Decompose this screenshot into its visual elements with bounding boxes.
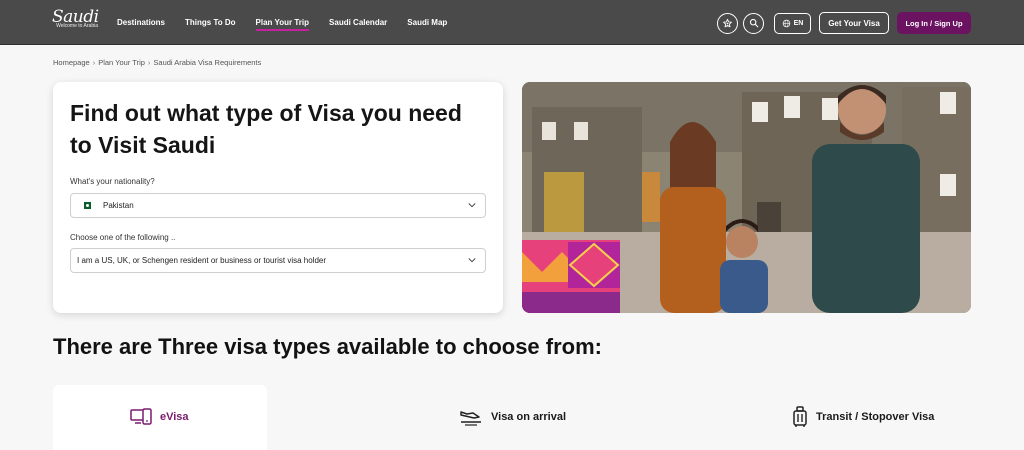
language-selector[interactable]: EN [774,12,811,34]
tab-transit-stopover-visa[interactable]: Transit / Stopover Visa [792,405,934,429]
breadcrumb-current: Saudi Arabia Visa Requirements [153,58,262,67]
breadcrumb-homepage[interactable]: Homepage [53,58,90,67]
logo-script: Saudi [52,7,99,27]
chevron-right-icon: › [147,58,151,67]
visa-finder-card: Find out what type of Visa you need to V… [53,82,503,313]
nav-link-saudi-map[interactable]: Saudi Map [407,0,447,45]
search-button[interactable] [743,12,764,34]
chevron-down-icon [468,258,476,263]
visa-finder-title: Find out what type of Visa you need to V… [70,100,462,158]
chevron-right-icon: › [92,58,96,67]
login-signup-button[interactable]: Log In / Sign Up [897,12,971,34]
favorites-star-icon [723,18,732,27]
pakistan-flag-icon [81,202,91,209]
search-icon [749,18,758,28]
plane-landing-icon [459,408,483,426]
globe-icon [782,19,790,27]
main-nav-links: Destinations Things To Do Plan Your Trip… [117,0,467,45]
luggage-icon [792,406,808,428]
nationality-select[interactable]: Pakistan [70,193,486,218]
logo-tagline: Welcome to Arabia [56,23,98,29]
tab-evisa-label: eVisa [160,411,189,423]
nav-link-plan-your-trip[interactable]: Plan Your Trip [255,0,309,45]
nav-link-things-to-do[interactable]: Things To Do [185,0,236,45]
nationality-label: What's your nationality? [70,177,155,186]
language-label: EN [793,19,804,27]
get-your-visa-button[interactable]: Get Your Visa [819,12,889,34]
tab-evisa[interactable]: eVisa [130,405,189,429]
saudi-logo[interactable]: Saudi Welcome to Arabia [52,7,102,38]
breadcrumb: Homepage › Plan Your Trip › Saudi Arabia… [53,58,261,67]
tab-transit-stopover-visa-label: Transit / Stopover Visa [816,411,935,423]
nationality-value: Pakistan [103,201,134,210]
visa-option-label: Choose one of the following .. [70,233,176,242]
breadcrumb-plan-your-trip[interactable]: Plan Your Trip [98,58,145,67]
tab-visa-on-arrival[interactable]: Visa on arrival [459,405,566,429]
visa-option-value: I am a US, UK, or Schengen resident or b… [77,256,327,265]
visa-types-heading: There are Three visa types available to … [53,334,602,359]
nav-link-destinations[interactable]: Destinations [117,0,165,45]
favorites-button[interactable] [717,12,738,34]
hero-family-photo [522,82,971,313]
visa-option-select[interactable]: I am a US, UK, or Schengen resident or b… [70,248,486,273]
chevron-down-icon [468,203,476,208]
hero-photo-illustration [522,82,971,313]
devices-icon [130,408,152,426]
top-navigation-bar: Saudi Welcome to Arabia Destinations Thi… [0,0,1024,45]
nav-link-saudi-calendar[interactable]: Saudi Calendar [329,0,387,45]
nav-actions: EN Get Your Visa Log In / Sign Up [717,12,971,34]
tab-visa-on-arrival-label: Visa on arrival [491,411,567,423]
